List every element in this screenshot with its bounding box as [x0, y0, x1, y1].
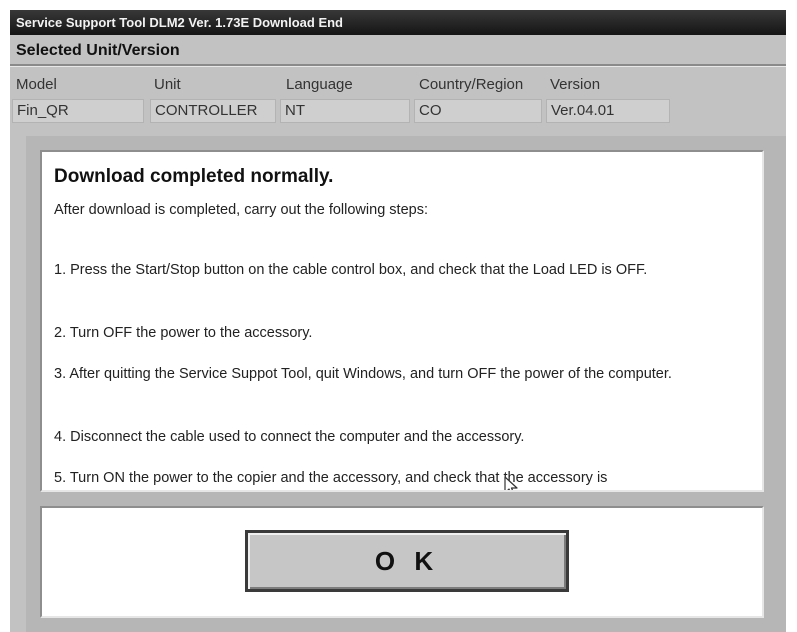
model-label: Model: [16, 76, 57, 93]
unit-label: Unit: [154, 76, 181, 93]
mouse-pointer-icon: [504, 476, 518, 490]
step-5: 5. Turn ON the power to the copier and t…: [54, 470, 608, 486]
message-panel: Download completed normally. After downl…: [40, 150, 764, 492]
section-divider: [10, 64, 786, 67]
step-2: 2. Turn OFF the power to the accessory.: [54, 325, 313, 341]
language-label: Language: [286, 76, 353, 93]
country-region-field: CO: [414, 99, 542, 123]
version-label: Version: [550, 76, 601, 93]
country-region-label: Country/Region: [419, 76, 524, 93]
step-3: 3. After quitting the Service Suppot Too…: [54, 366, 672, 382]
model-field: Fin_QR: [12, 99, 144, 123]
ok-button[interactable]: O K: [245, 530, 569, 592]
download-complete-dialog: Download completed normally. After downl…: [26, 136, 786, 632]
dialog-intro: After download is completed, carry out t…: [54, 202, 428, 218]
selected-unit-version-heading: Selected Unit/Version: [16, 42, 180, 59]
version-field: Ver.04.01: [546, 99, 670, 123]
step-1: 1. Press the Start/Stop button on the ca…: [54, 262, 648, 278]
unit-field: CONTROLLER: [150, 99, 276, 123]
app-window: Service Support Tool DLM2 Ver. 1.73E Dow…: [10, 10, 786, 632]
button-panel: O K: [40, 506, 764, 618]
dialog-heading: Download completed normally.: [54, 166, 334, 187]
step-4: 4. Disconnect the cable used to connect …: [54, 429, 525, 445]
window-title: Service Support Tool DLM2 Ver. 1.73E Dow…: [10, 10, 786, 35]
language-field: NT: [280, 99, 410, 123]
